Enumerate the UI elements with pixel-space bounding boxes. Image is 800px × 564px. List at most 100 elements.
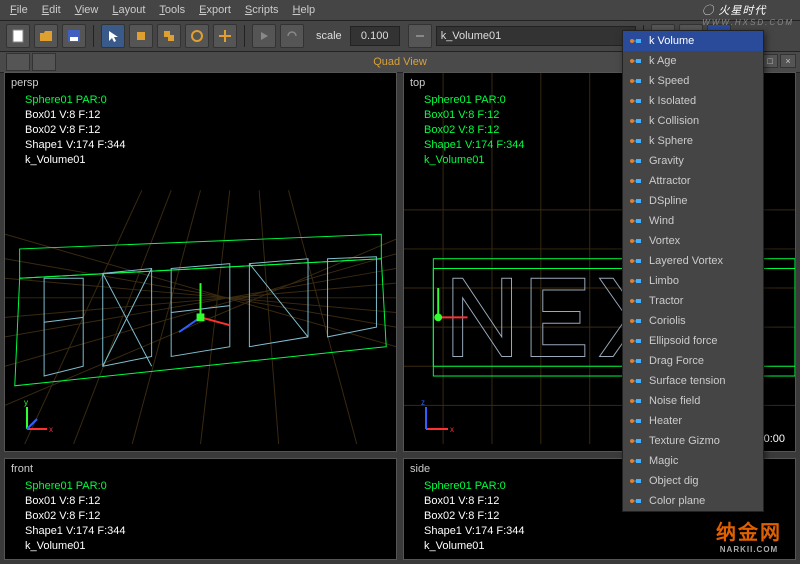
node-icon xyxy=(629,54,643,68)
menu-item-k-speed[interactable]: k Speed xyxy=(623,71,763,91)
menu-item-object-dig[interactable]: Object dig xyxy=(623,471,763,491)
node-icon xyxy=(629,34,643,48)
viewport-persp[interactable]: persp Sphere01 PAR:0 Box01 V:8 F:12 Box0… xyxy=(4,72,397,452)
scale-input[interactable]: 0.100 xyxy=(350,26,400,46)
menu-item-k-isolated[interactable]: k Isolated xyxy=(623,91,763,111)
menu-item-wind[interactable]: Wind xyxy=(623,211,763,231)
menu-view[interactable]: View xyxy=(69,2,105,18)
node-icon xyxy=(629,294,643,308)
node-icon xyxy=(629,154,643,168)
scene-info: Sphere01 PAR:0 Box01 V:8 F:12 Box02 V:8 … xyxy=(25,93,126,168)
menu-item-label: k Sphere xyxy=(649,135,693,147)
site-logo: ◯ 火星时代WWW.HXSD.COM xyxy=(702,2,794,27)
node-icon xyxy=(629,134,643,148)
tool-button-3[interactable] xyxy=(185,24,209,48)
menu-item-k-age[interactable]: k Age xyxy=(623,51,763,71)
menu-item-label: Noise field xyxy=(649,395,700,407)
menu-scripts[interactable]: Scripts xyxy=(239,2,285,18)
menu-file[interactable]: FFileile xyxy=(4,2,34,18)
node-icon xyxy=(629,314,643,328)
menu-item-label: k Speed xyxy=(649,75,689,87)
menu-item-label: Gravity xyxy=(649,155,684,167)
new-file-button[interactable] xyxy=(6,24,30,48)
menu-tools[interactable]: Tools xyxy=(153,2,191,18)
menu-item-coriolis[interactable]: Coriolis xyxy=(623,311,763,331)
menu-item-surface-tension[interactable]: Surface tension xyxy=(623,371,763,391)
menu-item-label: Vortex xyxy=(649,235,680,247)
node-icon xyxy=(629,334,643,348)
open-file-button[interactable] xyxy=(34,24,58,48)
tool-button-1[interactable] xyxy=(129,24,153,48)
menu-item-label: Ellipsoid force xyxy=(649,335,717,347)
menu-item-label: Limbo xyxy=(649,275,679,287)
save-file-button[interactable] xyxy=(62,24,86,48)
tab-2[interactable] xyxy=(32,53,56,71)
menu-item-dspline[interactable]: DSpline xyxy=(623,191,763,211)
menu-layout[interactable]: Layout xyxy=(106,2,151,18)
menu-item-k-collision[interactable]: k Collision xyxy=(623,111,763,131)
link-button[interactable] xyxy=(408,24,432,48)
menu-bar: FFileile Edit View Layout Tools Export S… xyxy=(0,0,800,21)
watermark: 纳金网NARKII.COM xyxy=(716,516,782,554)
menu-item-limbo[interactable]: Limbo xyxy=(623,271,763,291)
combo-value: k_Volume01 xyxy=(441,27,502,45)
viewport-label: persp xyxy=(11,77,39,89)
menu-item-k-sphere[interactable]: k Sphere xyxy=(623,131,763,151)
menu-item-texture-gizmo[interactable]: Texture Gizmo xyxy=(623,431,763,451)
svg-text:z: z xyxy=(421,398,425,407)
node-icon xyxy=(629,234,643,248)
menu-item-k-volume[interactable]: k Volume xyxy=(623,31,763,51)
tab-1[interactable] xyxy=(6,53,30,71)
menu-item-heater[interactable]: Heater xyxy=(623,411,763,431)
menu-item-drag-force[interactable]: Drag Force xyxy=(623,351,763,371)
menu-item-label: Drag Force xyxy=(649,355,704,367)
scene-info: Sphere01 PAR:0 Box01 V:8 F:12 Box02 V:8 … xyxy=(424,479,525,554)
menu-item-vortex[interactable]: Vortex xyxy=(623,231,763,251)
menu-item-ellipsoid-force[interactable]: Ellipsoid force xyxy=(623,331,763,351)
viewport-label: front xyxy=(11,463,33,475)
close-button[interactable]: × xyxy=(780,54,796,68)
object-selector-combo[interactable]: k_Volume01 ▼ xyxy=(436,26,636,46)
menu-item-label: Object dig xyxy=(649,475,699,487)
menu-export[interactable]: Export xyxy=(193,2,237,18)
menu-item-color-plane[interactable]: Color plane xyxy=(623,491,763,511)
node-icon xyxy=(629,354,643,368)
move-tool-button[interactable] xyxy=(213,24,237,48)
menu-item-gravity[interactable]: Gravity xyxy=(623,151,763,171)
node-icon xyxy=(629,494,643,508)
node-icon xyxy=(629,174,643,188)
node-icon xyxy=(629,454,643,468)
menu-item-tractor[interactable]: Tractor xyxy=(623,291,763,311)
menu-edit[interactable]: Edit xyxy=(36,2,67,18)
axis-gizmo-icon: x z xyxy=(418,397,458,437)
menu-item-label: Tractor xyxy=(649,295,683,307)
viewport-label: top xyxy=(410,77,425,89)
node-icon xyxy=(629,394,643,408)
tab-title: Quad View xyxy=(373,56,427,68)
menu-item-noise-field[interactable]: Noise field xyxy=(623,391,763,411)
maximize-button[interactable]: □ xyxy=(762,54,778,68)
menu-item-label: k Age xyxy=(649,55,677,67)
menu-help[interactable]: Help xyxy=(287,2,322,18)
menu-item-label: Wind xyxy=(649,215,674,227)
node-icon xyxy=(629,254,643,268)
sync-button[interactable] xyxy=(280,24,304,48)
node-icon xyxy=(629,194,643,208)
node-icon xyxy=(629,114,643,128)
menu-item-label: Texture Gizmo xyxy=(649,435,720,447)
menu-item-magic[interactable]: Magic xyxy=(623,451,763,471)
viewport-front[interactable]: front Sphere01 PAR:0 Box01 V:8 F:12 Box0… xyxy=(4,458,397,560)
node-icon xyxy=(629,434,643,448)
axis-gizmo-icon: x y xyxy=(19,397,59,437)
viewport-label: side xyxy=(410,463,430,475)
menu-item-layered-vortex[interactable]: Layered Vortex xyxy=(623,251,763,271)
menu-item-label: Color plane xyxy=(649,495,705,507)
scene-info: Sphere01 PAR:0 Box01 V:8 F:12 Box02 V:8 … xyxy=(25,479,126,554)
tool-button-2[interactable] xyxy=(157,24,181,48)
node-icon xyxy=(629,274,643,288)
menu-item-label: Coriolis xyxy=(649,315,686,327)
play-button[interactable] xyxy=(252,24,276,48)
menu-item-attractor[interactable]: Attractor xyxy=(623,171,763,191)
scale-label: scale xyxy=(316,30,342,42)
select-tool-button[interactable] xyxy=(101,24,125,48)
